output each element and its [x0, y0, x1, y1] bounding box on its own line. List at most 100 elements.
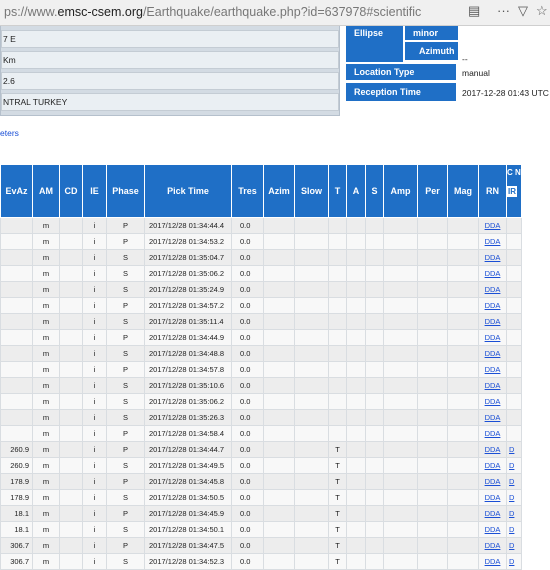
cell-tres: 0.0: [231, 297, 264, 314]
cell-per: [417, 409, 448, 426]
cell-rn-link[interactable]: DDA: [478, 425, 507, 442]
cell-rn-link[interactable]: DDA: [478, 329, 507, 346]
pocket-icon[interactable]: ▽: [518, 3, 528, 19]
cell-rn-link[interactable]: DDA: [478, 409, 507, 426]
cell-pick-time: 2017/12/28 01:35:04.7: [144, 249, 232, 266]
cell-extra-link[interactable]: D: [506, 473, 522, 490]
cell-amp: [383, 409, 418, 426]
cell-t: T: [328, 457, 347, 474]
page-actions-icon[interactable]: ···: [497, 3, 510, 18]
cell-slow: [294, 505, 329, 522]
parameters-link[interactable]: eters: [0, 128, 19, 138]
cell-extra-link: [506, 265, 522, 282]
cell-am: m: [32, 425, 60, 442]
cell-s: [365, 361, 384, 378]
cell-am: m: [32, 265, 60, 282]
cell-rn-link[interactable]: DDA: [478, 297, 507, 314]
cell-per: [417, 393, 448, 410]
ellipse-label: Ellipse: [346, 26, 403, 62]
cell-tres: 0.0: [231, 505, 264, 522]
cell-mag: [447, 521, 479, 538]
cell-rn-link[interactable]: DDA: [478, 505, 507, 522]
cell-rn-link[interactable]: DDA: [478, 521, 507, 538]
cell-azim: [263, 281, 295, 298]
cell-rn-link[interactable]: DDA: [478, 377, 507, 394]
cell-rn-link[interactable]: DDA: [478, 537, 507, 554]
cell-rn-link[interactable]: DDA: [478, 553, 507, 570]
cell-rn-link[interactable]: DDA: [478, 313, 507, 330]
cell-s: [365, 297, 384, 314]
cell-azim: [263, 361, 295, 378]
cell-pick-time: 2017/12/28 01:34:49.5: [144, 457, 232, 474]
cell-rn-link[interactable]: DDA: [478, 473, 507, 490]
cell-phase: S: [106, 409, 145, 426]
cell-rn-link[interactable]: DDA: [478, 457, 507, 474]
cell-per: [417, 457, 448, 474]
cell-mag: [447, 409, 479, 426]
cell-phase: S: [106, 457, 145, 474]
cell-tres: 0.0: [231, 537, 264, 554]
table-row: m i S 2017/12/28 01:35:26.3 0.0 DDA: [0, 409, 522, 426]
cell-extra-link: [506, 313, 522, 330]
cell-a: [346, 249, 366, 266]
cell-tres: 0.0: [231, 553, 264, 570]
cell-t: T: [328, 505, 347, 522]
cell-s: [365, 265, 384, 282]
info-depth: Km: [1, 51, 339, 69]
cell-am: m: [32, 313, 60, 330]
table-row: 306.7 m i S 2017/12/28 01:34:52.3 0.0 T DDA D: [0, 553, 522, 570]
cell-s: [365, 329, 384, 346]
cell-rn-link[interactable]: DDA: [478, 393, 507, 410]
cell-rn-link[interactable]: DDA: [478, 249, 507, 266]
cell-rn-link[interactable]: DDA: [478, 233, 507, 250]
cell-extra-link[interactable]: D: [506, 441, 522, 458]
cell-am: m: [32, 217, 60, 234]
col-header-cn: C N IR: [506, 164, 522, 218]
browser-address-bar[interactable]: ps://www.emsc-csem.org/Earthquake/earthq…: [0, 0, 550, 26]
cell-tres: 0.0: [231, 329, 264, 346]
cell-s: [365, 249, 384, 266]
reception-time-label: Reception Time: [346, 83, 456, 101]
cell-slow: [294, 377, 329, 394]
cell-slow: [294, 217, 329, 234]
cell-rn-link[interactable]: DDA: [478, 345, 507, 362]
cell-t: [328, 217, 347, 234]
cell-phase: P: [106, 217, 145, 234]
cell-per: [417, 473, 448, 490]
cell-cd: [59, 313, 83, 330]
cell-azim: [263, 297, 295, 314]
cell-cd: [59, 393, 83, 410]
cell-extra-link[interactable]: D: [506, 457, 522, 474]
col-header-amp: Amp: [383, 164, 418, 218]
cell-cd: [59, 441, 83, 458]
cell-extra-link[interactable]: D: [506, 521, 522, 538]
cell-a: [346, 521, 366, 538]
bookmark-star-icon[interactable]: ☆: [536, 3, 548, 19]
url-host: emsc-csem.org: [57, 5, 143, 19]
cell-pick-time: 2017/12/28 01:34:52.3: [144, 553, 232, 570]
cell-a: [346, 217, 366, 234]
cell-evaz: 306.7: [0, 537, 33, 554]
cell-rn-link[interactable]: DDA: [478, 217, 507, 234]
cell-mag: [447, 441, 479, 458]
cell-mag: [447, 281, 479, 298]
cell-rn-link[interactable]: DDA: [478, 281, 507, 298]
cell-extra-link[interactable]: D: [506, 553, 522, 570]
cell-mag: [447, 345, 479, 362]
cell-t: [328, 313, 347, 330]
cell-rn-link[interactable]: DDA: [478, 265, 507, 282]
cell-rn-link[interactable]: DDA: [478, 441, 507, 458]
info-magnitude: 2.6: [1, 72, 339, 90]
cell-s: [365, 281, 384, 298]
cell-amp: [383, 313, 418, 330]
cell-evaz: [0, 265, 33, 282]
reader-view-icon[interactable]: ▤: [468, 3, 480, 19]
url-text[interactable]: ps://www.emsc-csem.org/Earthquake/earthq…: [4, 5, 421, 19]
cell-extra-link[interactable]: D: [506, 505, 522, 522]
cell-extra-link[interactable]: D: [506, 489, 522, 506]
cell-extra-link[interactable]: D: [506, 537, 522, 554]
cell-rn-link[interactable]: DDA: [478, 361, 507, 378]
cell-rn-link[interactable]: DDA: [478, 489, 507, 506]
cell-t: T: [328, 521, 347, 538]
cell-a: [346, 441, 366, 458]
